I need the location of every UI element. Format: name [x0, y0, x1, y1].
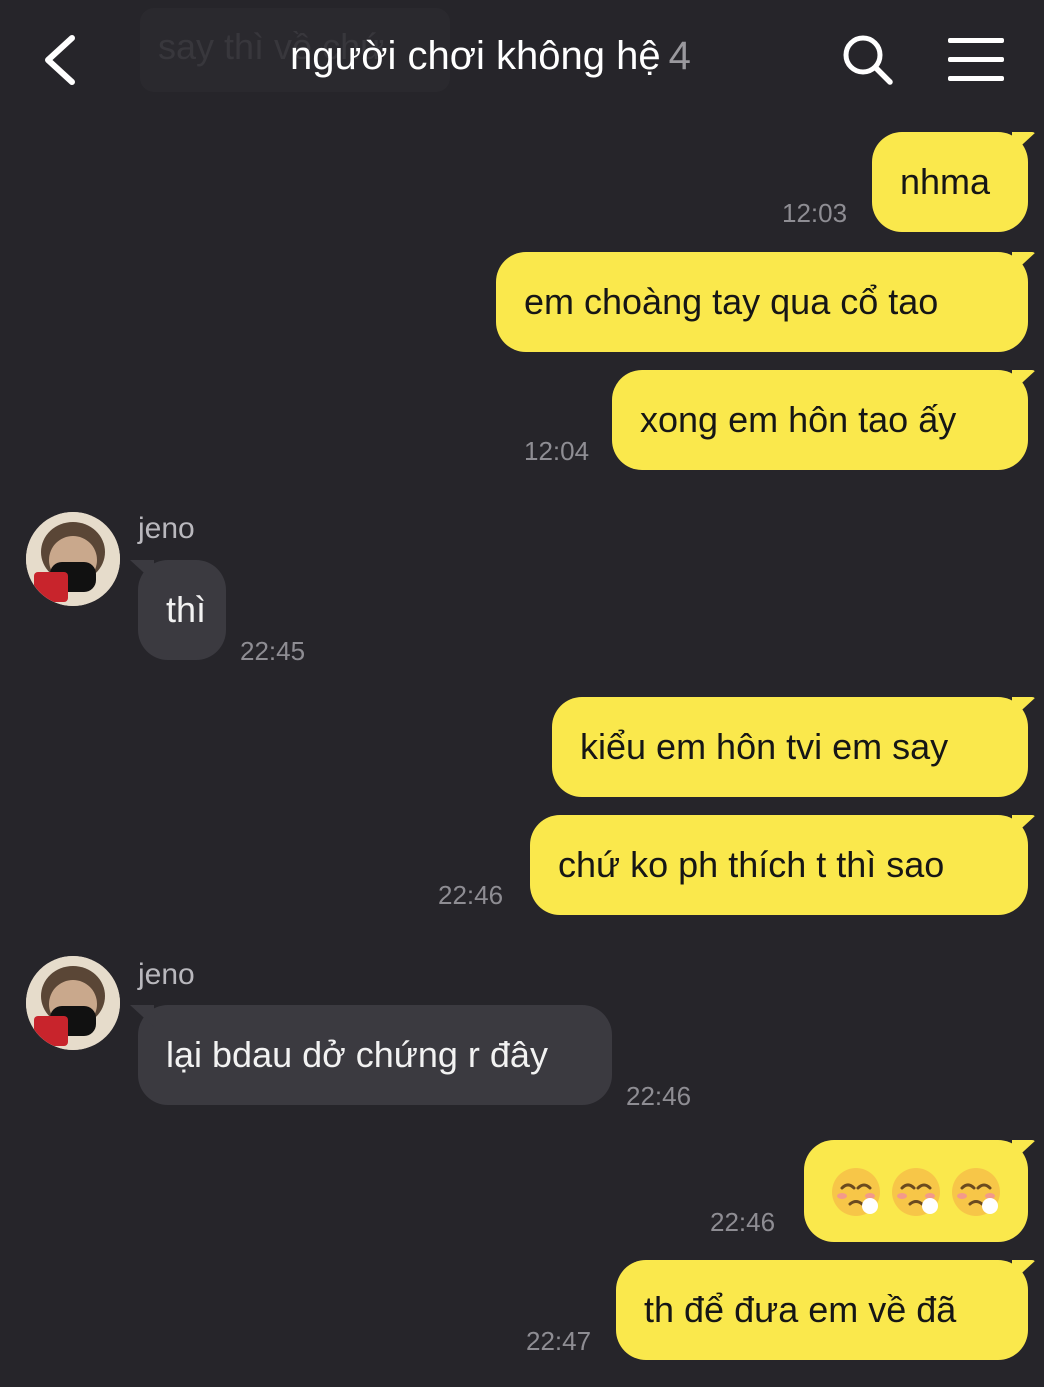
outgoing-message-bubble[interactable]: em choàng tay qua cổ tao — [496, 252, 1028, 352]
back-button[interactable] — [36, 30, 96, 90]
message-time: 22:46 — [710, 1207, 776, 1237]
message-time: 12:03 — [782, 198, 848, 228]
message-time: 22:46 — [438, 880, 504, 910]
outgoing-message-bubble[interactable]: kiểu em hôn tvi em say — [552, 697, 1028, 797]
message-text: th để đưa em về đã — [644, 1289, 957, 1330]
chevron-left-icon — [45, 35, 75, 85]
member-count: 4 — [668, 34, 691, 78]
incoming-message-bubble[interactable]: thì — [138, 560, 226, 660]
profile-photo — [26, 956, 120, 1050]
outgoing-message-bubble[interactable] — [804, 1140, 1028, 1242]
outgoing-message-bubble[interactable]: nhma — [872, 132, 1028, 232]
message-time: 22:46 — [626, 1081, 692, 1111]
message-text: chứ ko ph thích t thì sao — [558, 844, 945, 885]
tired-face-emoji — [952, 1168, 1000, 1216]
message-text: kiểu em hôn tvi em say — [580, 726, 949, 767]
emoji-row — [830, 1164, 1002, 1218]
outgoing-message-bubble[interactable]: chứ ko ph thích t thì sao — [530, 815, 1028, 915]
message-time: 22:45 — [240, 636, 306, 666]
profile-photo — [26, 512, 120, 606]
avatar[interactable] — [26, 512, 120, 606]
hamburger-menu-icon — [948, 38, 1004, 81]
message-time: 12:04 — [524, 436, 590, 466]
search-icon — [843, 35, 893, 85]
chat-title-text: người chơi không hệ — [290, 34, 661, 78]
tired-face-emoji — [832, 1168, 880, 1216]
message-text: lại bdau dở chứng r đây — [166, 1034, 548, 1075]
message-text: thì — [166, 589, 207, 630]
sender-name: jeno — [138, 512, 195, 545]
chat-header: say thì về chứ người chơi không hệ 4 — [0, 0, 1044, 120]
incoming-message-bubble[interactable]: lại bdau dở chứng r đây — [138, 1005, 612, 1105]
avatar[interactable] — [26, 956, 120, 1050]
search-button[interactable] — [838, 30, 898, 90]
message-text: nhma — [900, 161, 991, 202]
chat-title: người chơi không hệ 4 — [290, 34, 691, 79]
message-text: em choàng tay qua cổ tao — [524, 281, 939, 322]
message-text: xong em hôn tao ấy — [640, 399, 957, 440]
menu-button[interactable] — [944, 32, 1008, 88]
tired-face-emoji — [892, 1168, 940, 1216]
sender-name: jeno — [138, 958, 195, 991]
outgoing-message-bubble[interactable]: xong em hôn tao ấy — [612, 370, 1028, 470]
outgoing-message-bubble[interactable]: th để đưa em về đã — [616, 1260, 1028, 1360]
message-time: 22:47 — [526, 1326, 592, 1356]
